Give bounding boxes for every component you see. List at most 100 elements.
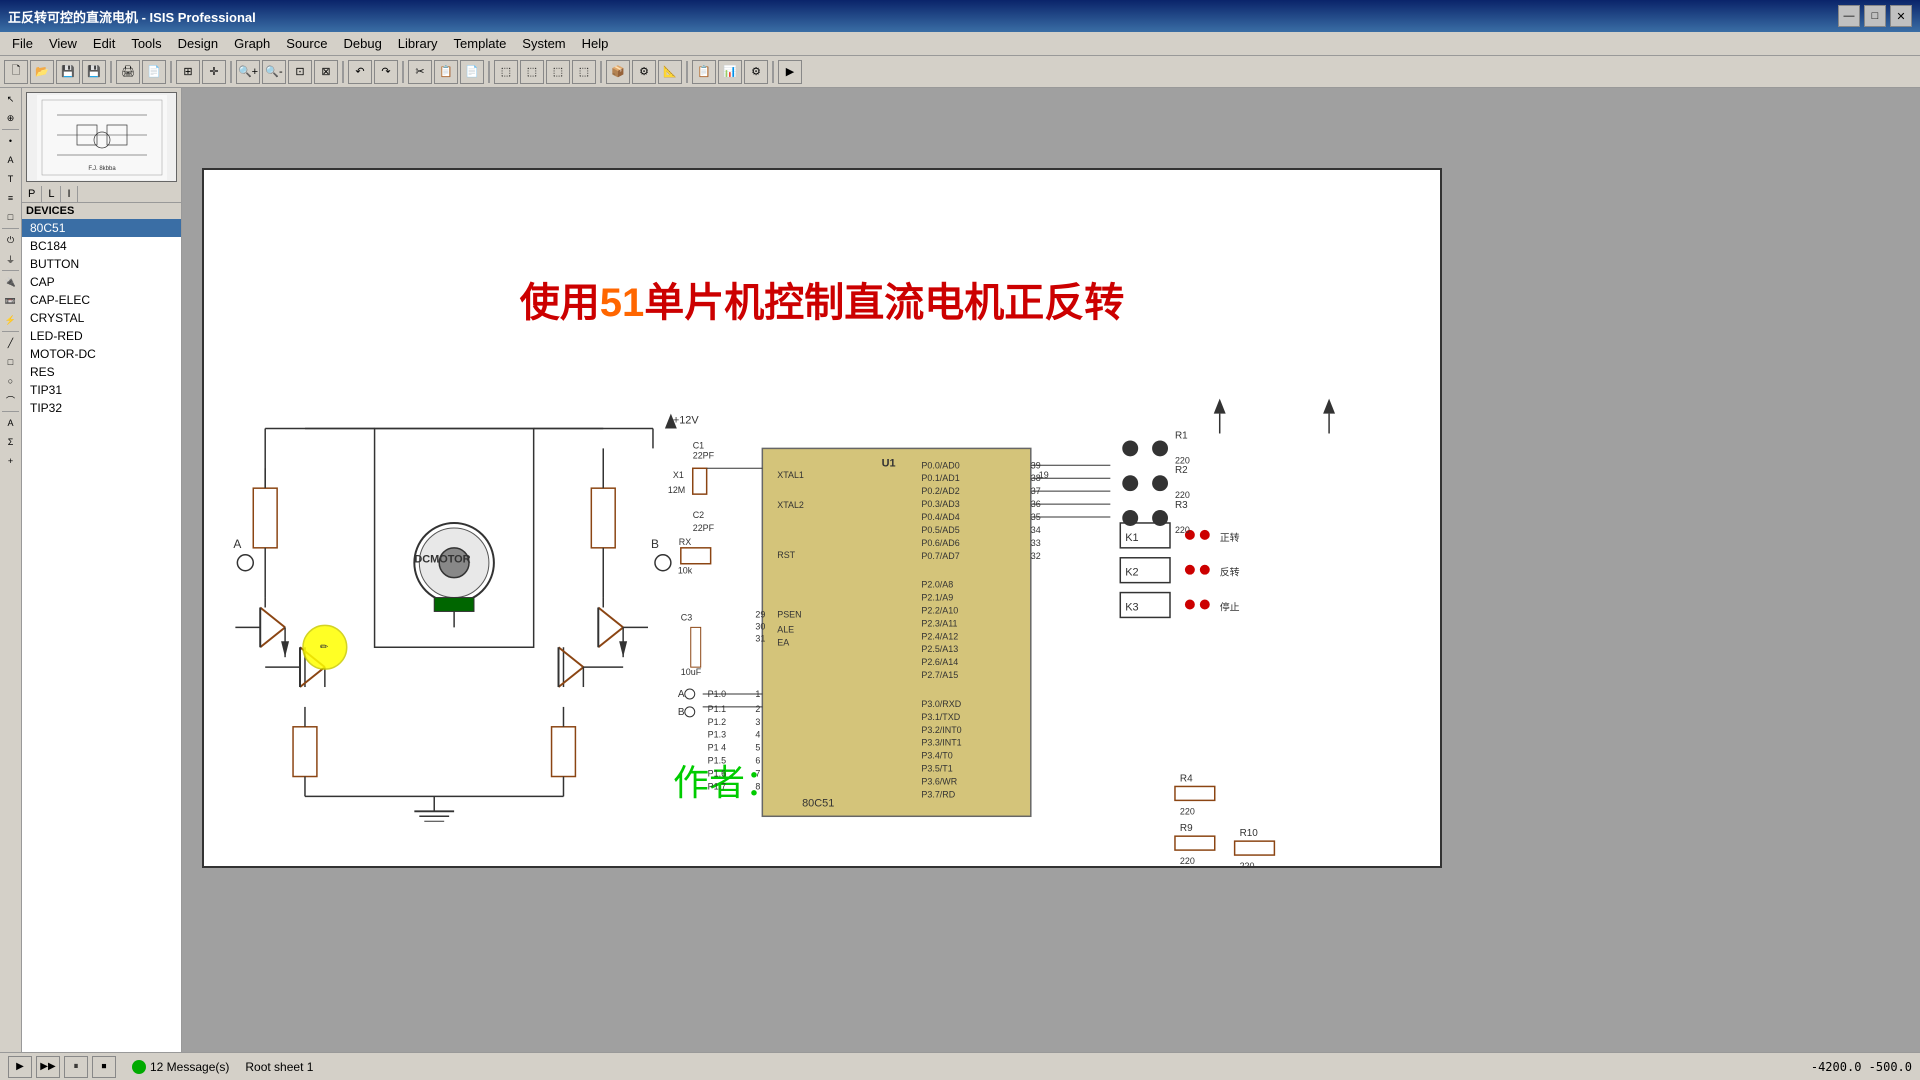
menu-template[interactable]: Template bbox=[446, 34, 515, 53]
packaging-button[interactable]: 📐 bbox=[658, 60, 682, 84]
svg-text:31: 31 bbox=[755, 633, 765, 643]
device-item-tip32[interactable]: TIP32 bbox=[22, 399, 181, 417]
circle-tool[interactable]: ○ bbox=[2, 372, 20, 390]
undo-button[interactable]: ↶ bbox=[348, 60, 372, 84]
minimize-button[interactable]: — bbox=[1838, 5, 1860, 27]
generator-tool[interactable]: ⚡ bbox=[2, 311, 20, 329]
close-button[interactable]: ✕ bbox=[1890, 5, 1912, 27]
open-button[interactable]: 📂 bbox=[30, 60, 54, 84]
block-rotate-button[interactable]: ⬚ bbox=[546, 60, 570, 84]
menu-file[interactable]: File bbox=[4, 34, 41, 53]
tab-l[interactable]: L bbox=[42, 186, 61, 202]
menu-edit[interactable]: Edit bbox=[85, 34, 123, 53]
menu-design[interactable]: Design bbox=[170, 34, 226, 53]
pick-from-lib-button[interactable]: 📦 bbox=[606, 60, 630, 84]
zoom-in-button[interactable]: 🔍+ bbox=[236, 60, 260, 84]
copy-button[interactable]: 📋 bbox=[434, 60, 458, 84]
menu-help[interactable]: Help bbox=[574, 34, 617, 53]
canvas-area[interactable]: 使用51单片机控制直流电机正反转 作者： 逗比小憨憨 +12V bbox=[182, 88, 1920, 1052]
svg-text:A: A bbox=[678, 689, 685, 700]
device-item-cap[interactable]: CAP bbox=[22, 273, 181, 291]
netlist-button[interactable]: 📋 bbox=[692, 60, 716, 84]
pause-button[interactable]: ⏸ bbox=[64, 1056, 88, 1078]
simulation-button[interactable]: ▶ bbox=[778, 60, 802, 84]
preview-panel: F.J. 8kbba bbox=[26, 92, 177, 182]
zoom-area-button[interactable]: ⊠ bbox=[314, 60, 338, 84]
menu-view[interactable]: View bbox=[41, 34, 85, 53]
box-tool[interactable]: □ bbox=[2, 353, 20, 371]
select-tool[interactable]: ↖ bbox=[2, 90, 20, 108]
svg-text:34: 34 bbox=[1031, 525, 1041, 535]
step-button[interactable]: ▶▶ bbox=[36, 1056, 60, 1078]
svg-text:P2.0/A8: P2.0/A8 bbox=[921, 580, 953, 590]
print-prev-button[interactable]: 📄 bbox=[142, 60, 166, 84]
block-delete-button[interactable]: ⬚ bbox=[572, 60, 596, 84]
grid-button[interactable]: ⊞ bbox=[176, 60, 200, 84]
left-tool-panel: ↖ ⊕ • A T ≡ □ ⏻ ⏚ 🔌 📼 ⚡ ╱ □ ○ ⌒ A Σ + bbox=[0, 88, 22, 1052]
ground-tool[interactable]: ⏚ bbox=[2, 250, 20, 268]
line-tool[interactable]: ╱ bbox=[2, 334, 20, 352]
print-button[interactable]: 🖨 bbox=[116, 60, 140, 84]
device-panel: P L I DEVICES 80C51 BC184 BUTTON CAP CAP… bbox=[22, 186, 181, 1052]
device-tabs: P L I bbox=[22, 186, 181, 203]
menu-graph[interactable]: Graph bbox=[226, 34, 278, 53]
bom-button[interactable]: 📊 bbox=[718, 60, 742, 84]
menu-debug[interactable]: Debug bbox=[335, 34, 389, 53]
device-item-button[interactable]: BUTTON bbox=[22, 255, 181, 273]
component-tool[interactable]: ⊕ bbox=[2, 109, 20, 127]
device-item-res[interactable]: RES bbox=[22, 363, 181, 381]
tape-tool[interactable]: 📼 bbox=[2, 292, 20, 310]
arc-tool[interactable]: ⌒ bbox=[2, 391, 20, 409]
schematic-canvas[interactable]: 使用51单片机控制直流电机正反转 作者： 逗比小憨憨 +12V bbox=[202, 168, 1442, 868]
text-tool[interactable]: T bbox=[2, 170, 20, 188]
svg-text:10uF: 10uF bbox=[681, 667, 702, 677]
cursor-button[interactable]: ✛ bbox=[202, 60, 226, 84]
save-button[interactable]: 💾 bbox=[56, 60, 80, 84]
paste-button[interactable]: 📄 bbox=[460, 60, 484, 84]
svg-text:12M: 12M bbox=[668, 485, 685, 495]
device-item-crystal[interactable]: CRYSTAL bbox=[22, 309, 181, 327]
menu-tools[interactable]: Tools bbox=[123, 34, 169, 53]
svg-text:K3: K3 bbox=[1125, 601, 1138, 613]
svg-text:220: 220 bbox=[1180, 856, 1195, 866]
power-tool[interactable]: ⏻ bbox=[2, 231, 20, 249]
zoom-out-button[interactable]: 🔍- bbox=[262, 60, 286, 84]
tab-p[interactable]: P bbox=[22, 186, 42, 202]
device-item-motor-dc[interactable]: MOTOR-DC bbox=[22, 345, 181, 363]
menu-system[interactable]: System bbox=[514, 34, 573, 53]
svg-text:5: 5 bbox=[755, 743, 760, 753]
text-script-tool[interactable]: A bbox=[2, 414, 20, 432]
zoom-fit-button[interactable]: ⊡ bbox=[288, 60, 312, 84]
sheet-status: Root sheet 1 bbox=[245, 1060, 313, 1074]
svg-text:U1: U1 bbox=[882, 457, 896, 469]
subcircuit-tool[interactable]: □ bbox=[2, 208, 20, 226]
title-bar: 正反转可控的直流电机 - ISIS Professional — □ ✕ bbox=[0, 0, 1920, 32]
menu-source[interactable]: Source bbox=[278, 34, 335, 53]
device-item-80c51[interactable]: 80C51 bbox=[22, 219, 181, 237]
svg-text:80C51: 80C51 bbox=[802, 797, 834, 809]
save-all-button[interactable]: 💾 bbox=[82, 60, 106, 84]
probe-tool[interactable]: 🔌 bbox=[2, 273, 20, 291]
block-move-button[interactable]: ⬚ bbox=[520, 60, 544, 84]
marker-tool[interactable]: + bbox=[2, 452, 20, 470]
bus-tool[interactable]: ≡ bbox=[2, 189, 20, 207]
prop-button[interactable]: ⚙ bbox=[744, 60, 768, 84]
symbol-tool[interactable]: Σ bbox=[2, 433, 20, 451]
wire-label-tool[interactable]: A bbox=[2, 151, 20, 169]
play-button[interactable]: ▶ bbox=[8, 1056, 32, 1078]
device-item-tip31[interactable]: TIP31 bbox=[22, 381, 181, 399]
tab-i[interactable]: I bbox=[61, 186, 77, 202]
redo-button[interactable]: ↷ bbox=[374, 60, 398, 84]
svg-text:EA: EA bbox=[777, 637, 789, 647]
maximize-button[interactable]: □ bbox=[1864, 5, 1886, 27]
make-device-button[interactable]: ⚙ bbox=[632, 60, 656, 84]
device-item-bc184[interactable]: BC184 bbox=[22, 237, 181, 255]
stop-button[interactable]: ⏹ bbox=[92, 1056, 116, 1078]
cut-button[interactable]: ✂ bbox=[408, 60, 432, 84]
junction-tool[interactable]: • bbox=[2, 132, 20, 150]
block-copy-button[interactable]: ⬚ bbox=[494, 60, 518, 84]
device-item-cap-elec[interactable]: CAP-ELEC bbox=[22, 291, 181, 309]
device-item-led-red[interactable]: LED-RED bbox=[22, 327, 181, 345]
new-button[interactable]: 🗋 bbox=[4, 60, 28, 84]
menu-library[interactable]: Library bbox=[390, 34, 446, 53]
